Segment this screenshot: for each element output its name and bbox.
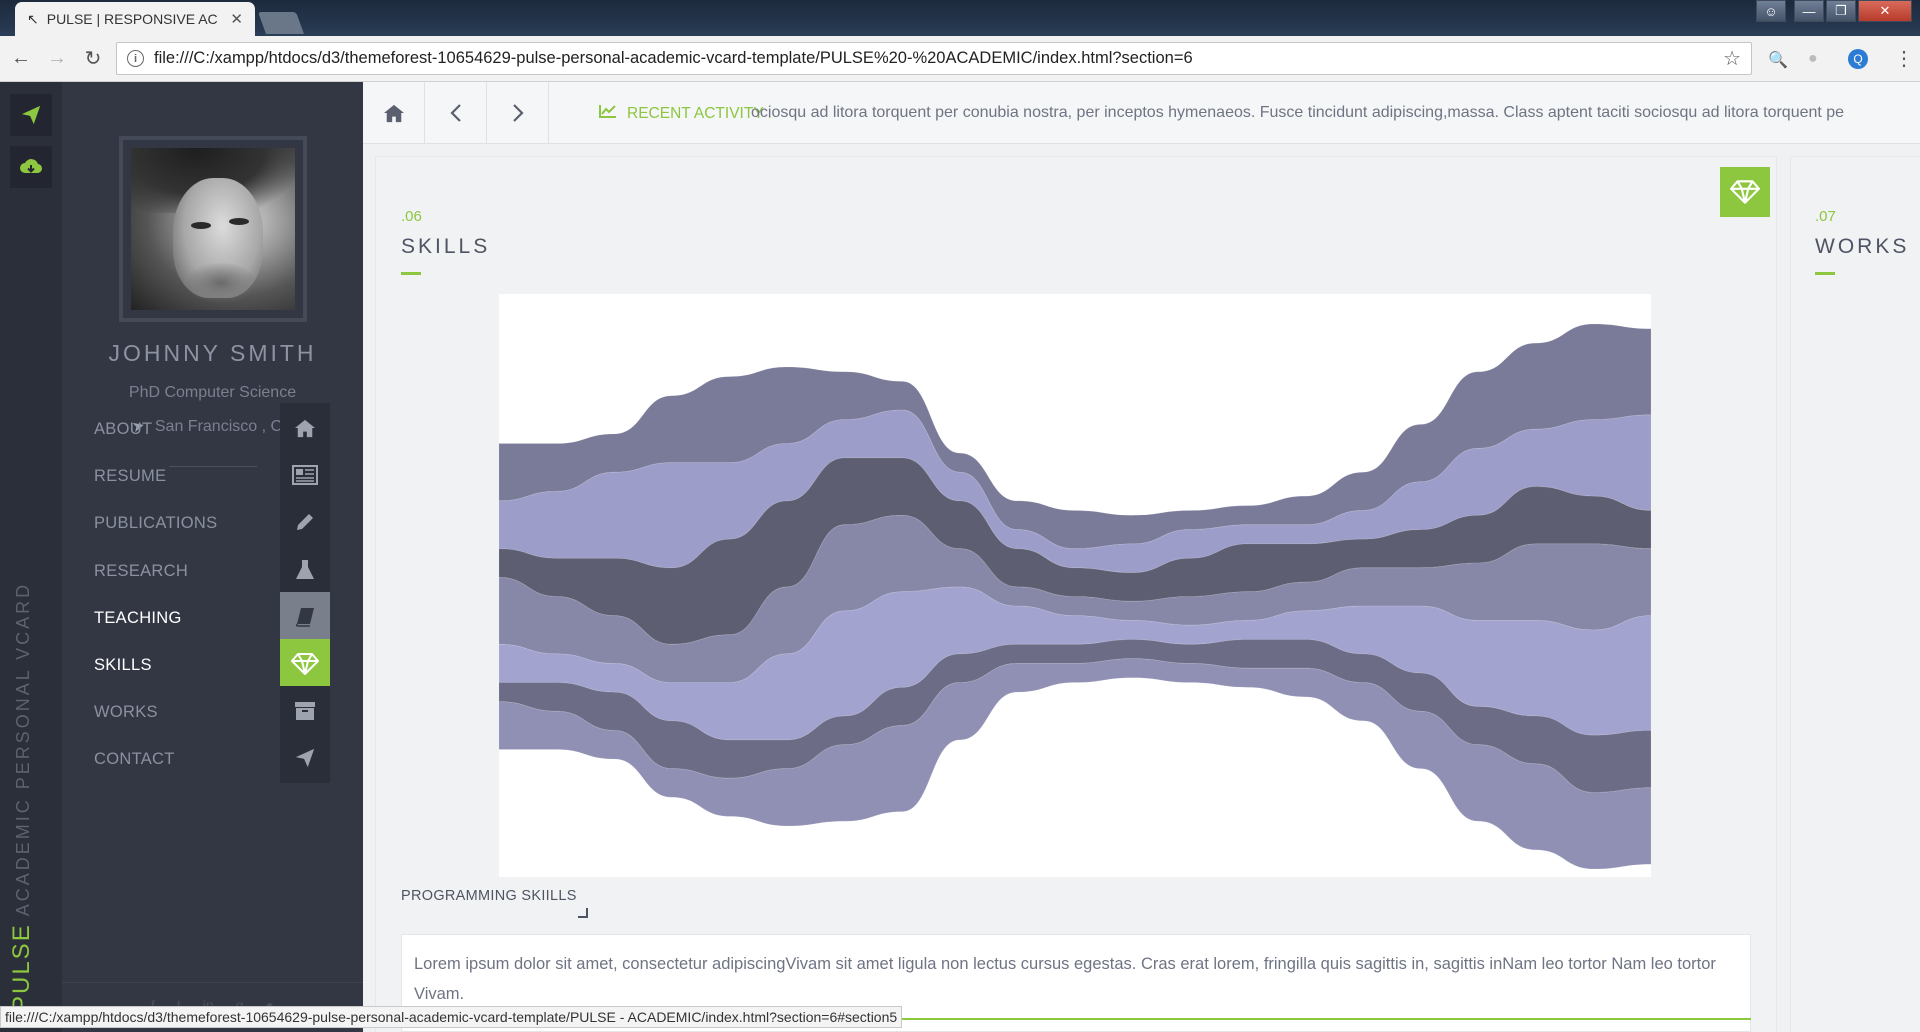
streamgraph-svg <box>498 323 1652 870</box>
download-button[interactable] <box>10 146 52 188</box>
profile-name: JOHNNY SMITH <box>108 340 317 366</box>
forward-button[interactable]: → <box>42 47 72 70</box>
maximize-button[interactable]: ❐ <box>1826 0 1856 22</box>
avatar-frame <box>119 136 307 322</box>
menu-item-publications[interactable]: PUBLICATIONS <box>62 497 363 547</box>
menu-item-skills[interactable]: SKILLS <box>62 639 363 689</box>
chevron-left-icon <box>449 104 461 122</box>
avatar <box>131 148 295 310</box>
chart-caption: PROGRAMMING SKIILLS <box>401 888 577 904</box>
send-button[interactable] <box>10 94 52 136</box>
menu-item-resume[interactable]: RESUME <box>62 450 363 500</box>
brand-subtitle: ACADEMIC PERSONAL VCARD <box>13 581 33 917</box>
minimize-button[interactable]: — <box>1794 0 1824 22</box>
cursor-icon: ↖ <box>27 10 39 27</box>
menu-label: WORKS <box>94 703 158 721</box>
recent-activity-label: RECENT ACTIVITY : <box>599 104 772 123</box>
section-number: .06 <box>401 208 422 225</box>
menu-label: PUBLICATIONS <box>94 514 218 532</box>
home-button[interactable] <box>363 82 425 144</box>
menu-label: RESEARCH <box>94 562 189 580</box>
window-controls: ☺ — ❐ ✕ <box>1756 0 1912 22</box>
content-topbar: RECENT ACTIVITY : ociosqu ad litora torq… <box>363 82 1920 144</box>
profile-sidebar: JOHNNY SMITH PhD Computer Science ➤ San F… <box>62 82 363 1032</box>
cloud-download-icon <box>20 159 43 174</box>
next-button[interactable] <box>487 82 549 144</box>
pencil-icon <box>280 497 330 547</box>
status-bar: file:///C:/xampp/htdocs/d3/themeforest-1… <box>0 1006 903 1028</box>
profile-title: PhD Computer Science <box>128 384 297 401</box>
menu-item-teaching[interactable]: TEACHING <box>62 592 363 642</box>
newspaper-icon <box>280 450 330 500</box>
new-tab-button[interactable] <box>257 12 305 34</box>
menu-label: RESUME <box>94 467 167 485</box>
streamgraph-chart <box>498 294 1652 877</box>
zoom-icon[interactable]: 🔍 <box>1768 50 1788 70</box>
line-chart-icon <box>599 105 616 118</box>
menu-item-about[interactable]: ABOUT <box>62 403 363 453</box>
icon-rail: PULSE ACADEMIC PERSONAL VCARD <box>0 82 62 1032</box>
extension-icon[interactable]: ● <box>1808 50 1818 68</box>
menu-item-contact[interactable]: CONTACT <box>62 733 363 783</box>
book-icon <box>280 592 330 642</box>
previous-button[interactable] <box>425 82 487 144</box>
skills-section: .06 SKILLS PROGRAMMING SKIILLS Lorem ips… <box>376 157 1776 1032</box>
menu-label: CONTACT <box>94 750 175 768</box>
menu-label: ABOUT <box>94 420 153 438</box>
browser-tab[interactable]: ↖ PULSE | RESPONSIVE AC ✕ <box>15 2 255 36</box>
close-window-button[interactable]: ✕ <box>1858 0 1912 22</box>
bookmark-star-icon[interactable]: ☆ <box>1723 46 1741 71</box>
section-title: WORKS <box>1815 235 1910 258</box>
home-icon <box>383 104 404 123</box>
tab-title: PULSE | RESPONSIVE AC <box>46 11 218 27</box>
title-underline <box>401 272 421 275</box>
works-section-preview: .07 WORKS <box>1791 157 1920 1032</box>
menu-label: SKILLS <box>94 656 152 674</box>
paper-plane-icon <box>21 105 41 125</box>
diamond-icon <box>1730 180 1760 204</box>
extension-q-icon[interactable]: Q <box>1848 49 1868 69</box>
home-icon <box>280 403 330 453</box>
info-icon[interactable]: i <box>127 50 144 67</box>
diamond-badge <box>1720 167 1770 217</box>
close-icon[interactable]: ✕ <box>230 10 243 28</box>
archive-icon <box>280 686 330 736</box>
section-title: SKILLS <box>401 235 491 258</box>
browser-toolbar: ← → ↻ i file:///C:/xampp/htdocs/d3/theme… <box>0 36 1920 82</box>
user-icon[interactable]: ☺ <box>1756 0 1786 22</box>
menu-item-research[interactable]: RESEARCH <box>62 545 363 595</box>
activity-ticker: ociosqu ad litora torquent per conubia n… <box>751 104 1845 121</box>
url-text: file:///C:/xampp/htdocs/d3/themeforest-1… <box>154 49 1193 67</box>
browser-titlebar: ↖ PULSE | RESPONSIVE AC ✕ ☺ — ❐ ✕ <box>0 0 1920 36</box>
menu-icon[interactable]: ⋮ <box>1894 46 1914 71</box>
chevron-right-icon <box>512 104 524 122</box>
reload-button[interactable]: ↻ <box>78 46 108 71</box>
resize-handle[interactable] <box>578 908 588 918</box>
back-button[interactable]: ← <box>6 47 36 70</box>
section-number: .07 <box>1815 208 1836 225</box>
brand-text: PULSE <box>8 923 35 1012</box>
menu-item-works[interactable]: WORKS <box>62 686 363 736</box>
flask-icon <box>280 545 330 595</box>
paper-plane-icon <box>280 733 330 783</box>
diamond-icon <box>280 639 330 689</box>
title-underline <box>1815 272 1835 275</box>
menu-label: TEACHING <box>94 609 182 627</box>
vertical-brand: PULSE ACADEMIC PERSONAL VCARD <box>8 582 36 1012</box>
address-bar[interactable]: i file:///C:/xampp/htdocs/d3/themeforest… <box>116 42 1752 75</box>
